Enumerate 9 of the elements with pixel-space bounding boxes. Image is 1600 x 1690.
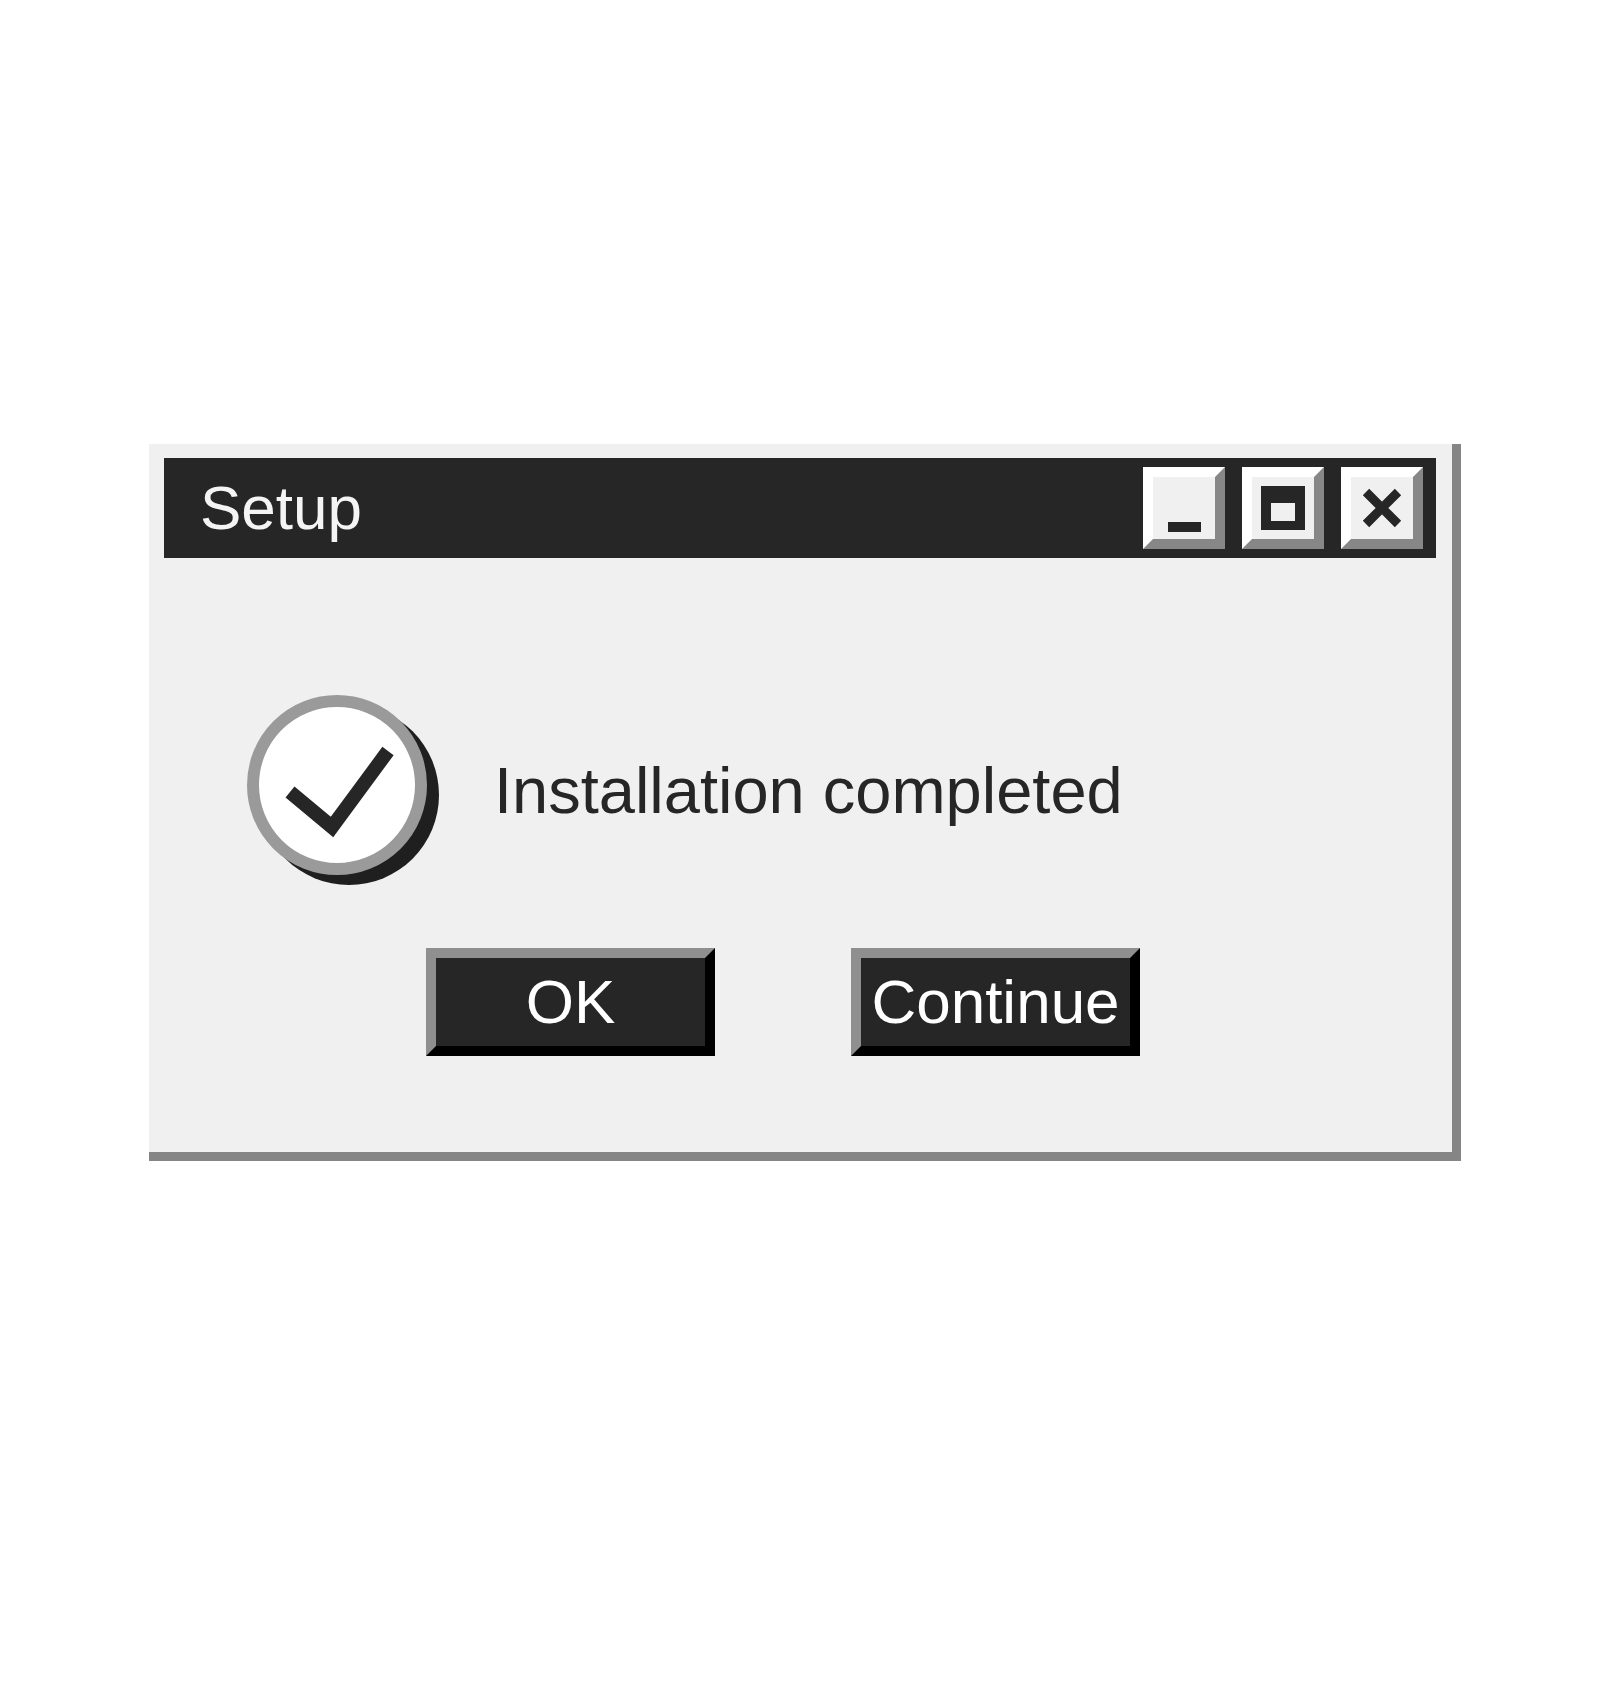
dialog-button[interactable]: OK [426,948,715,1056]
close-icon [1362,488,1402,528]
close-button[interactable] [1341,467,1423,549]
maximize-icon [1261,486,1305,530]
minimize-button[interactable] [1143,467,1225,549]
check-circle-icon [247,695,440,886]
dialog-button[interactable]: Continue [851,948,1140,1056]
maximize-button[interactable] [1242,467,1324,549]
minimize-icon [1167,522,1201,532]
